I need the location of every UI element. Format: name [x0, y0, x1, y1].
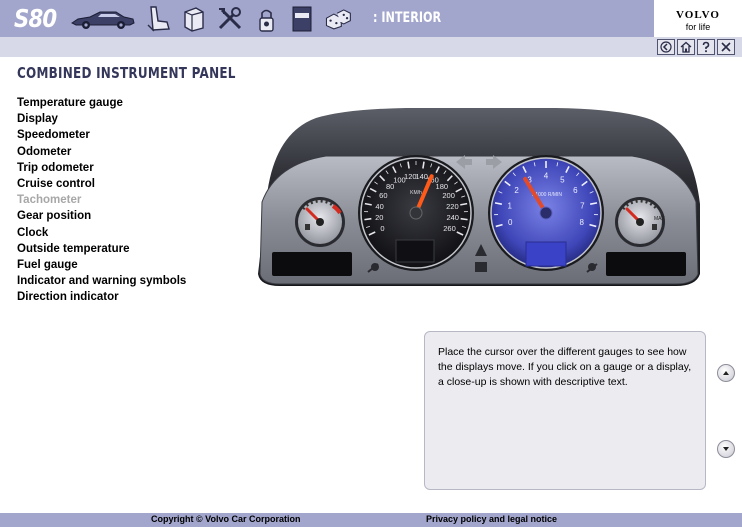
speedometer-tick-label: 40: [375, 202, 383, 211]
car-icon[interactable]: [70, 5, 136, 33]
speedometer-tick-label: 220: [446, 202, 459, 211]
speedometer-tick: [460, 217, 468, 221]
arrow-down-icon: [723, 447, 729, 451]
main-navigation: [70, 3, 352, 34]
scroll-down-button[interactable]: [717, 440, 735, 458]
tachometer[interactable]: 0123 4 5678 X1000 R/MIN: [488, 155, 604, 271]
brand-tagline: for life: [685, 22, 711, 32]
model-logo: S80: [14, 4, 57, 33]
footer: Copyright © Volvo Car Corporation Privac…: [0, 513, 742, 527]
speedometer-tick-label: 240: [446, 213, 459, 222]
speedometer[interactable]: 020406080100120140160180200220240260 KM/…: [358, 155, 474, 271]
close-button[interactable]: [717, 39, 735, 55]
help-button[interactable]: [697, 39, 715, 55]
topic-item[interactable]: Indicator and warning symbols: [17, 273, 186, 289]
tachometer-tick-label: 6: [573, 186, 578, 195]
speedometer-tick-label: 180: [436, 182, 449, 191]
header-bar: S80: INTERIOR VOLVO for life: [0, 0, 742, 37]
help-icon: [702, 41, 710, 53]
speedometer-tick-label: 260: [443, 224, 456, 233]
topic-item[interactable]: Outside temperature: [17, 241, 186, 257]
instrument-cluster[interactable]: MAX 020406080100120140160180200220240260…: [256, 106, 702, 290]
brand-name: VOLVO: [676, 9, 720, 21]
tachometer-tick-label: 1: [507, 201, 512, 210]
topic-item[interactable]: Gear position: [17, 208, 186, 224]
speedometer-tick-label: 20: [375, 213, 383, 222]
topic-item[interactable]: Odometer: [17, 144, 186, 160]
book-icon[interactable]: [180, 5, 208, 33]
topic-item[interactable]: Trip odometer: [17, 160, 186, 176]
topic-item[interactable]: Speedometer: [17, 127, 186, 143]
scroll-up-button[interactable]: [717, 364, 735, 382]
temperature-gauge[interactable]: [295, 197, 345, 247]
seat-icon[interactable]: [144, 5, 172, 33]
warning-indicator[interactable]: [475, 262, 487, 272]
tachometer-tick-label: 2: [514, 186, 519, 195]
brand-logo: VOLVO for life: [654, 0, 742, 37]
topic-list: Temperature gauge Display Speedometer Odome…: [17, 95, 186, 305]
tachometer-tick-label: 5: [560, 175, 565, 184]
privacy-link[interactable]: Privacy policy and legal notice: [426, 514, 557, 524]
tools-icon[interactable]: [216, 5, 244, 33]
speedometer-tick-label: 200: [442, 191, 455, 200]
speedometer-tick: [364, 217, 372, 221]
speed-unit: KM/h: [410, 190, 422, 196]
topic-item[interactable]: Clock: [17, 225, 186, 241]
copyright-link[interactable]: Copyright © Volvo Car Corporation: [151, 514, 300, 524]
topic-item[interactable]: Fuel gauge: [17, 257, 186, 273]
speedometer-tick-label: 60: [379, 191, 387, 200]
section-title: : INTERIOR: [373, 10, 442, 26]
topic-item[interactable]: Tachometer: [17, 192, 186, 208]
tachometer-tick-label: 4: [544, 172, 549, 181]
back-icon: [660, 41, 672, 53]
tachometer-tick-label: 0: [508, 218, 513, 227]
dice-icon[interactable]: [324, 5, 352, 33]
tool-buttons: [657, 39, 735, 55]
speedometer-tick: [422, 161, 425, 169]
sub-toolbar: [0, 37, 742, 57]
topic-item[interactable]: Cruise control: [17, 176, 186, 192]
tachometer-tick-label: 7: [580, 201, 585, 210]
wheel-lock-icon[interactable]: [252, 5, 280, 33]
back-button[interactable]: [657, 39, 675, 55]
speedometer-tick-label: 0: [380, 224, 384, 233]
topic-item[interactable]: Direction indicator: [17, 289, 186, 305]
info-box: Place the cursor over the different gaug…: [424, 331, 706, 490]
topic-item[interactable]: Display: [17, 111, 186, 127]
home-button[interactable]: [677, 39, 695, 55]
home-icon: [680, 41, 692, 53]
page-title: COMBINED INSTRUMENT PANEL: [17, 64, 236, 82]
topic-item[interactable]: Temperature gauge: [17, 95, 186, 111]
arrow-up-icon: [723, 371, 729, 375]
speedometer-tick: [407, 161, 410, 169]
manual-icon[interactable]: [288, 5, 316, 33]
close-icon: [721, 42, 731, 52]
fuel-max-label: MAX: [654, 216, 666, 222]
tachometer-tick-label: 8: [580, 218, 585, 227]
